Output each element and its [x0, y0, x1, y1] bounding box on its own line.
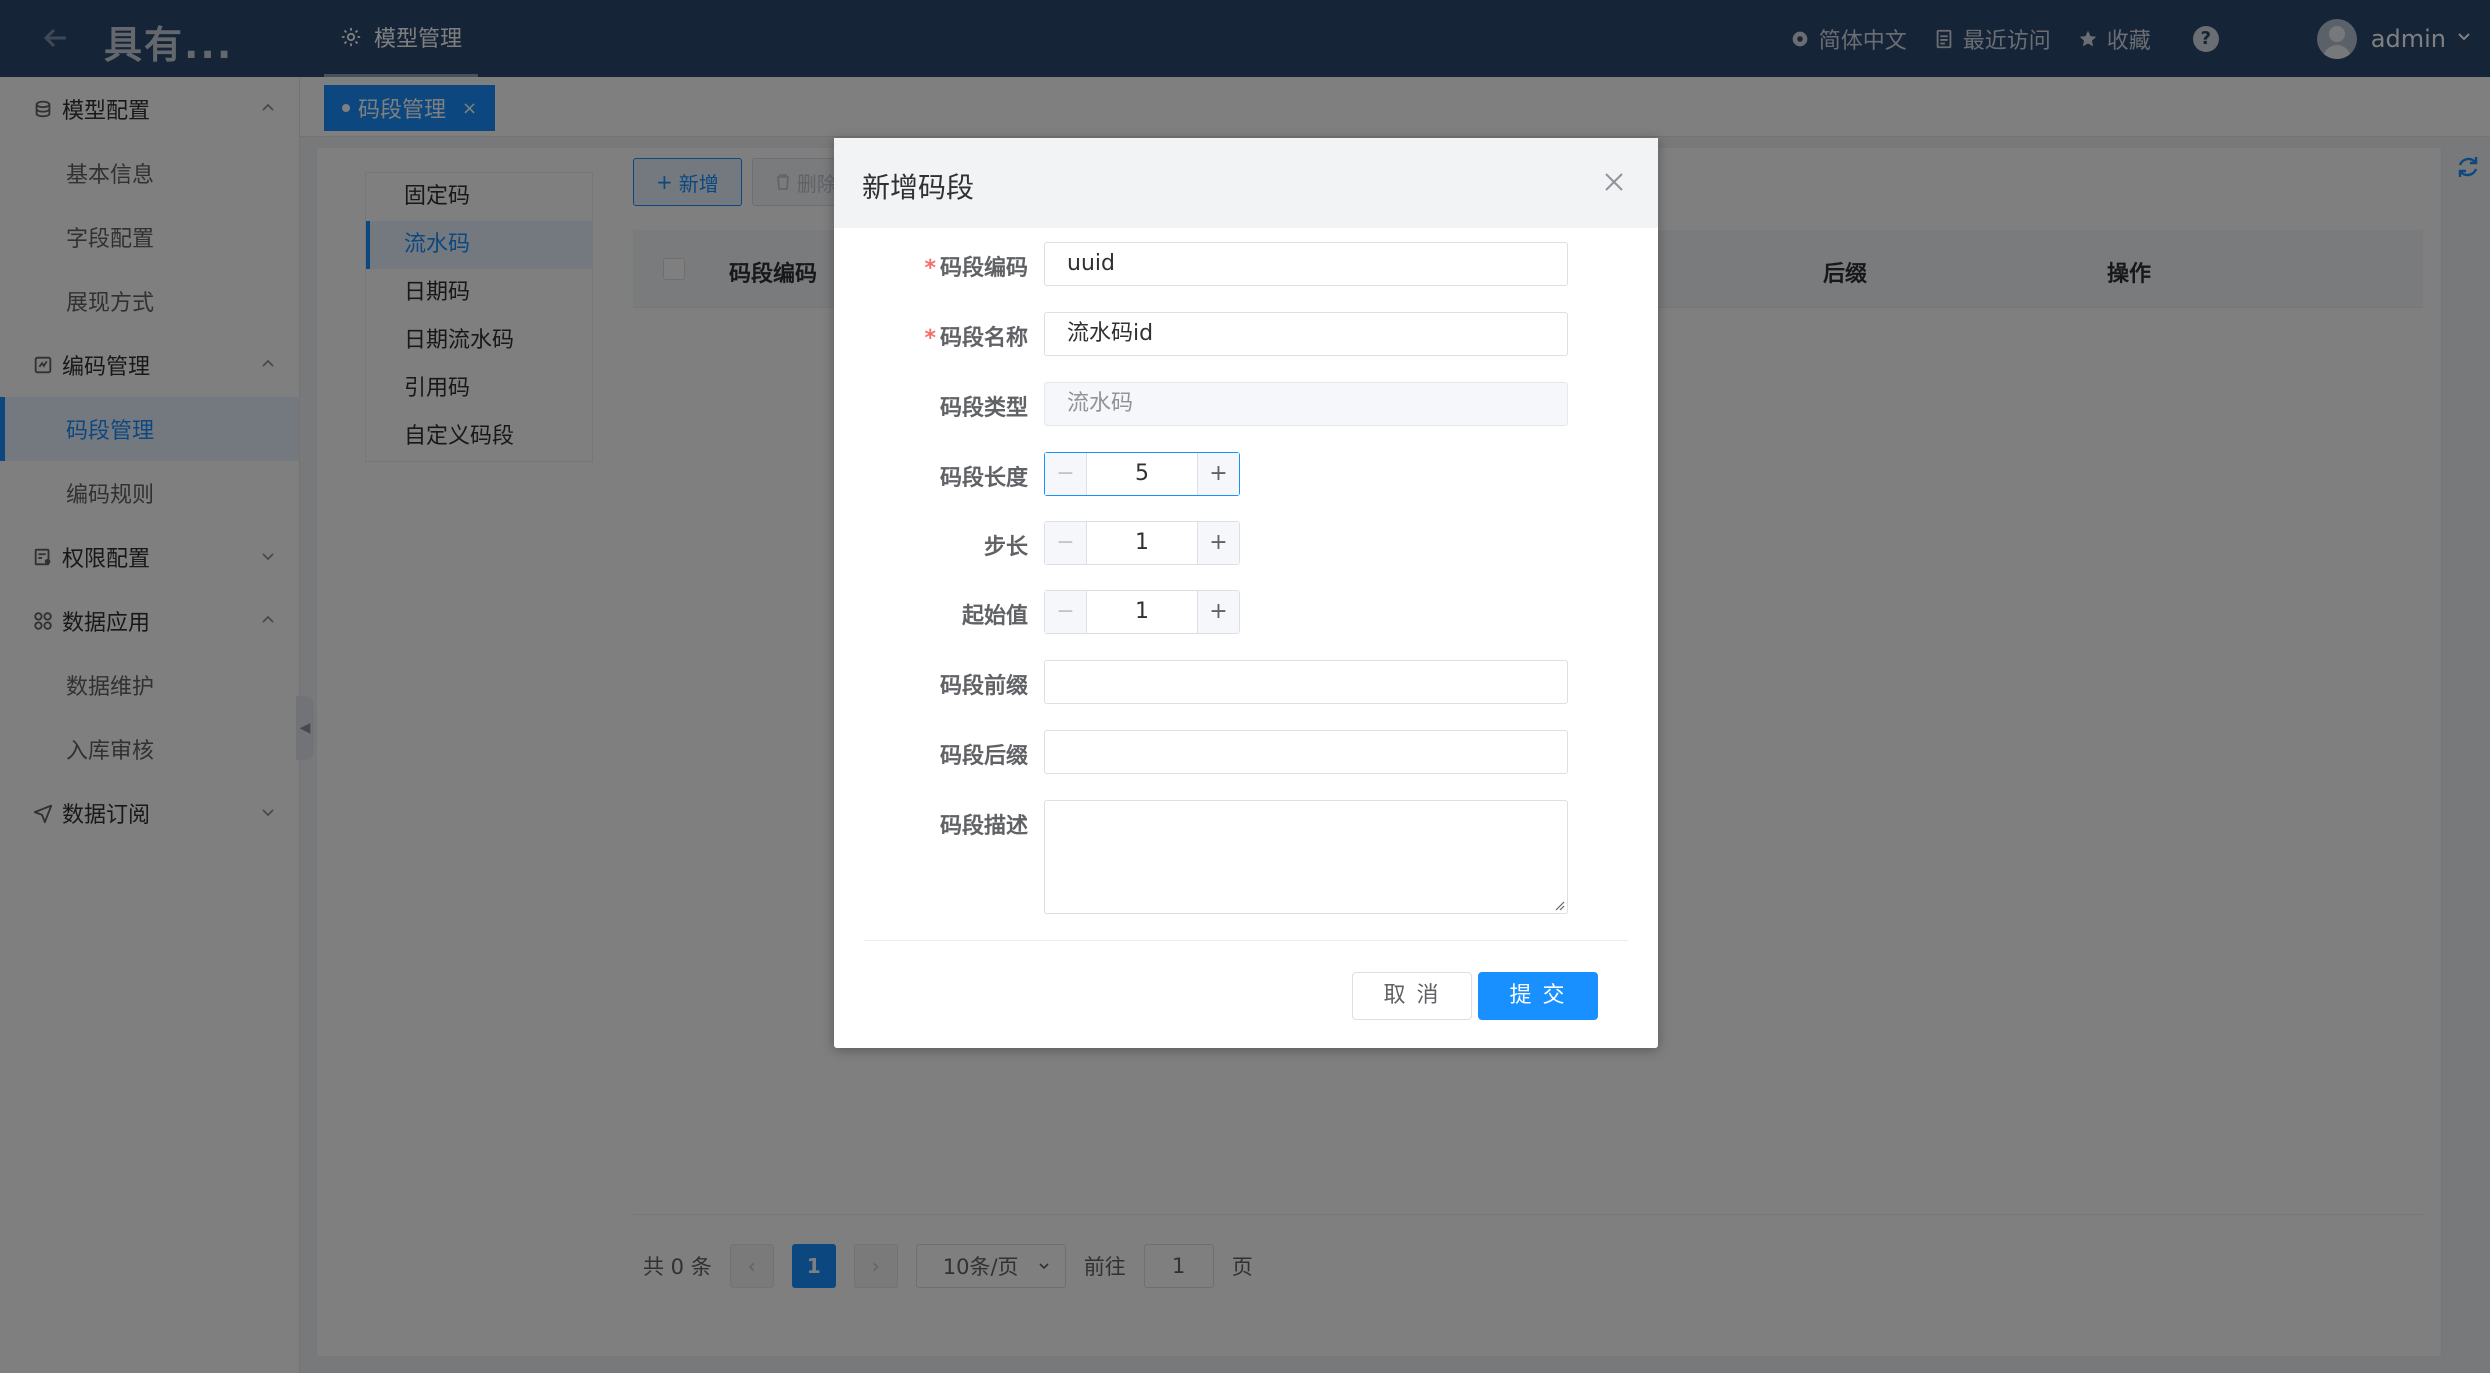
decrement-button[interactable]: −: [1045, 591, 1087, 633]
segment-name-input[interactable]: 流水码id: [1044, 312, 1568, 356]
form-row-length: 码段长度 − 5 +: [834, 452, 1658, 496]
required-mark: *: [924, 256, 936, 281]
close-icon[interactable]: [1600, 168, 1628, 196]
field-label: 步长: [983, 535, 1028, 560]
form-row-name: * 码段名称 流水码id: [834, 312, 1658, 356]
field-label: 码段长度: [939, 466, 1028, 491]
increment-button[interactable]: +: [1197, 591, 1239, 633]
add-segment-dialog: 新增码段 * 码段编码 uuid * 码段名称 流水码id 码段类型 流水码 码段长…: [834, 138, 1658, 1048]
required-mark: *: [924, 326, 936, 351]
field-label: 码段类型: [939, 396, 1028, 421]
dialog-header: 新增码段: [834, 138, 1658, 228]
submit-button[interactable]: 提 交: [1478, 972, 1598, 1020]
decrement-button[interactable]: −: [1045, 522, 1087, 564]
decrement-button[interactable]: −: [1045, 453, 1087, 495]
field-label: 码段后缀: [939, 744, 1028, 769]
form-row-type: 码段类型 流水码: [834, 382, 1658, 426]
start-value-stepper[interactable]: − 1 +: [1044, 590, 1240, 634]
form-row-prefix: 码段前缀: [834, 660, 1658, 704]
increment-button[interactable]: +: [1197, 522, 1239, 564]
segment-suffix-input[interactable]: [1044, 730, 1568, 774]
form-row-code: * 码段编码 uuid: [834, 242, 1658, 286]
dialog-title: 新增码段: [862, 171, 975, 204]
field-label: * 码段名称: [924, 326, 1028, 351]
segment-type-input: 流水码: [1044, 382, 1568, 426]
segment-description-textarea[interactable]: [1044, 800, 1568, 914]
resize-icon[interactable]: [1553, 899, 1565, 911]
field-label: * 码段编码: [924, 256, 1028, 281]
field-label: 起始值: [961, 604, 1028, 629]
field-label: 码段前缀: [939, 674, 1028, 699]
step-stepper[interactable]: − 1 +: [1044, 521, 1240, 565]
cancel-button[interactable]: 取 消: [1352, 972, 1472, 1020]
segment-length-stepper[interactable]: − 5 +: [1044, 452, 1240, 496]
divider: [864, 940, 1628, 941]
stepper-value[interactable]: 1: [1087, 522, 1197, 564]
form-row-step: 步长 − 1 +: [834, 521, 1658, 565]
form-row-suffix: 码段后缀: [834, 730, 1658, 774]
stepper-value[interactable]: 1: [1087, 591, 1197, 633]
segment-code-input[interactable]: uuid: [1044, 242, 1568, 286]
stepper-value[interactable]: 5: [1087, 453, 1197, 495]
field-label: 码段描述: [939, 814, 1028, 839]
form-row-desc: 码段描述: [834, 800, 1658, 914]
form-row-start: 起始值 − 1 +: [834, 590, 1658, 634]
increment-button[interactable]: +: [1197, 453, 1239, 495]
segment-prefix-input[interactable]: [1044, 660, 1568, 704]
